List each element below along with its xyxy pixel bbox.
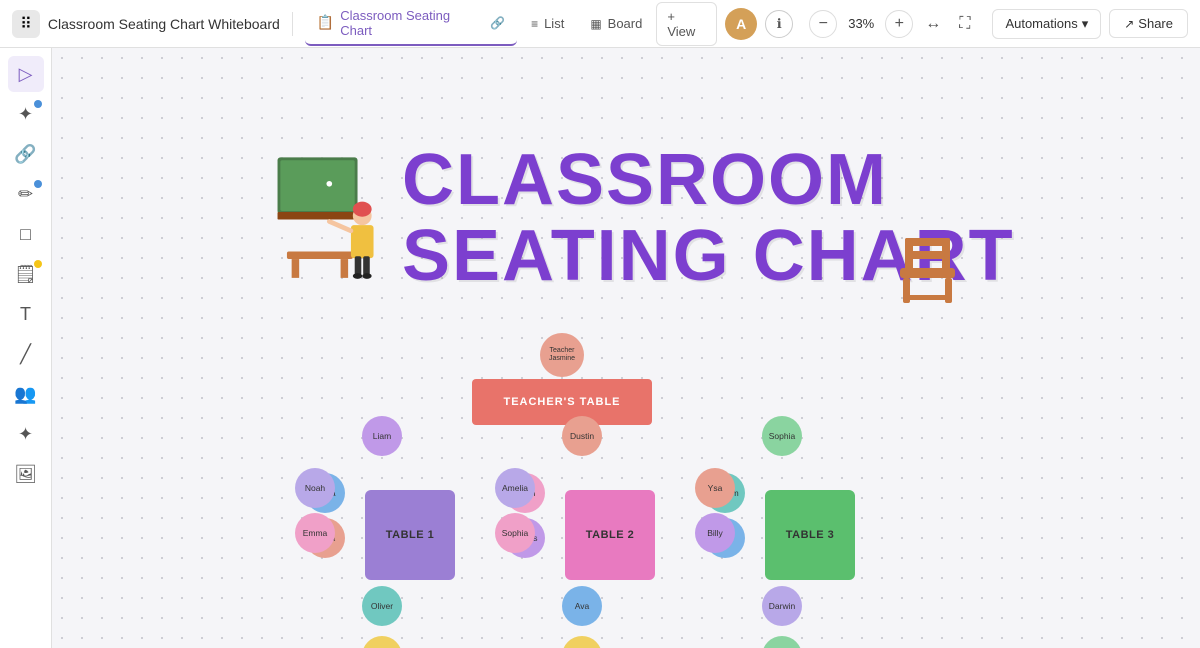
student-liam[interactable]: Liam [362, 416, 402, 456]
zoom-controls: − 33% + ↔ ⛶ [801, 10, 984, 38]
sidebar-item-pen[interactable]: ✏ [8, 176, 44, 212]
student-ysa[interactable]: Ysa [695, 468, 735, 508]
pen-dot [34, 180, 42, 188]
student-ava[interactable]: Ava [562, 586, 602, 626]
chair-icon [895, 233, 960, 308]
tab-board[interactable]: ▦ Board [578, 10, 654, 37]
student-oliver[interactable]: Oliver [362, 586, 402, 626]
teachers-table: TEACHER'S TABLE [472, 379, 652, 425]
sidebar-item-shape[interactable]: □ [8, 216, 44, 252]
info-button[interactable]: ℹ [765, 10, 793, 38]
note-dot [34, 260, 42, 268]
table1-desk: TABLE 1 [365, 490, 455, 580]
sidebar-item-note[interactable]: 🗒 [8, 256, 44, 292]
student-noah[interactable]: Noah [295, 468, 335, 508]
zoom-out-button[interactable]: − [809, 10, 837, 38]
app-logo[interactable]: ⠿ [12, 10, 40, 38]
student-sophia3[interactable]: Sophia [762, 416, 802, 456]
student-billy[interactable]: Billy [695, 513, 735, 553]
topbar: ⠿ Classroom Seating Chart Whiteboard 📋 C… [0, 0, 1200, 48]
student-isabela[interactable]: Isabela [362, 636, 402, 648]
fullscreen-button[interactable]: ⛶ [953, 11, 976, 37]
draw-dot [34, 100, 42, 108]
sidebar-item-text[interactable]: T [8, 296, 44, 332]
sidebar-item-line[interactable]: ╱ [8, 336, 44, 372]
teacher-section: TeacherJasmine TEACHER'S TABLE [472, 333, 652, 425]
student-emma[interactable]: Emma [295, 513, 335, 553]
topbar-right: A ℹ − 33% + ↔ ⛶ Automations ▾ ↗ Share [725, 8, 1188, 40]
share-button[interactable]: ↗ Share [1109, 9, 1188, 38]
student-amelia[interactable]: Amelia [495, 468, 535, 508]
teacher-illustration [274, 148, 394, 308]
fit-width-button[interactable]: ↔ [919, 11, 947, 37]
teacher-bubble: TeacherJasmine [540, 333, 584, 377]
student-dustin[interactable]: Dustin [562, 416, 602, 456]
automations-button[interactable]: Automations ▾ [992, 9, 1101, 39]
add-view-button[interactable]: + View [656, 2, 717, 46]
sidebar: ▷ ✦ 🔗 ✏ □ 🗒 T ╱ 👥 ✦ 🖼 [0, 48, 52, 648]
whiteboard-content: CLASSROOM SEATING CHART [52, 48, 1200, 648]
sidebar-item-draw[interactable]: ✦ [8, 96, 44, 132]
sidebar-item-link[interactable]: 🔗 [8, 136, 44, 172]
sidebar-item-cursor[interactable]: ▷ [8, 56, 44, 92]
canvas[interactable]: CLASSROOM SEATING CHART [52, 48, 1200, 648]
zoom-in-button[interactable]: + [885, 10, 913, 38]
whiteboard-title: Classroom Seating Chart Whiteboard [48, 16, 280, 32]
divider [292, 12, 293, 36]
sidebar-item-image[interactable]: 🖼 [8, 456, 44, 492]
tab-group: 📋 Classroom Seating Chart 🔗 ≡ List ▦ Boa… [305, 2, 717, 46]
zoom-level: 33% [843, 16, 879, 31]
student-darwin[interactable]: Darwin [762, 586, 802, 626]
user-avatar[interactable]: A [725, 8, 757, 40]
sidebar-item-people[interactable]: 👥 [8, 376, 44, 412]
student-jamie[interactable]: Jamie [762, 636, 802, 648]
table2-desk: TABLE 2 [565, 490, 655, 580]
table3-desk: TABLE 3 [765, 490, 855, 580]
tab-list[interactable]: ≡ List [519, 10, 576, 37]
tab-classroom[interactable]: 📋 Classroom Seating Chart 🔗 [305, 2, 517, 46]
student-jean[interactable]: Jean [562, 636, 602, 648]
student-sophia2[interactable]: Sophia [495, 513, 535, 553]
sidebar-item-star[interactable]: ✦ [8, 416, 44, 452]
